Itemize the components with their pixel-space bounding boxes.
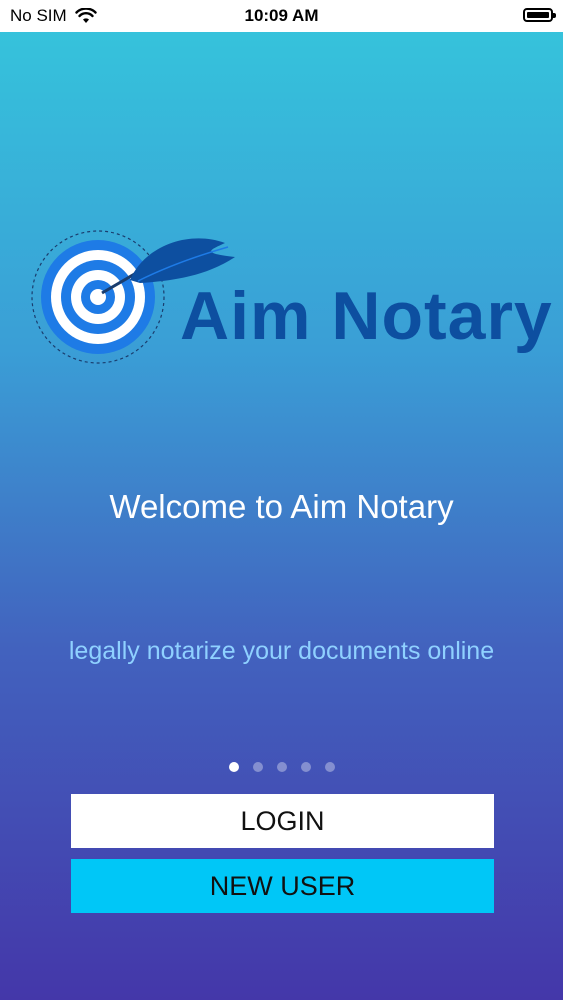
page-dot-3[interactable]: [276, 762, 287, 772]
page-dot-1[interactable]: [228, 762, 239, 772]
status-time: 10:09 AM: [244, 6, 319, 25]
page-indicator[interactable]: [0, 762, 563, 772]
tagline: legally notarize your documents online: [68, 637, 495, 665]
battery-icon: [523, 8, 556, 22]
welcome-screen: No SIM 10:09 AM Aim Notary Welcome to Ai…: [0, 0, 563, 1000]
new-user-button[interactable]: NEW USER: [71, 859, 494, 913]
page-dot-2[interactable]: [252, 762, 263, 772]
page-dot-4[interactable]: [300, 762, 311, 772]
page-dot-5[interactable]: [324, 762, 335, 772]
login-button[interactable]: LOGIN: [71, 794, 494, 848]
app-logo: Aim Notary: [30, 225, 552, 375]
welcome-title: Welcome to Aim Notary: [109, 488, 454, 525]
logo-text: Aim Notary: [180, 278, 553, 354]
battery-fill: [527, 12, 549, 18]
status-bar: No SIM 10:09 AM: [0, 0, 563, 32]
